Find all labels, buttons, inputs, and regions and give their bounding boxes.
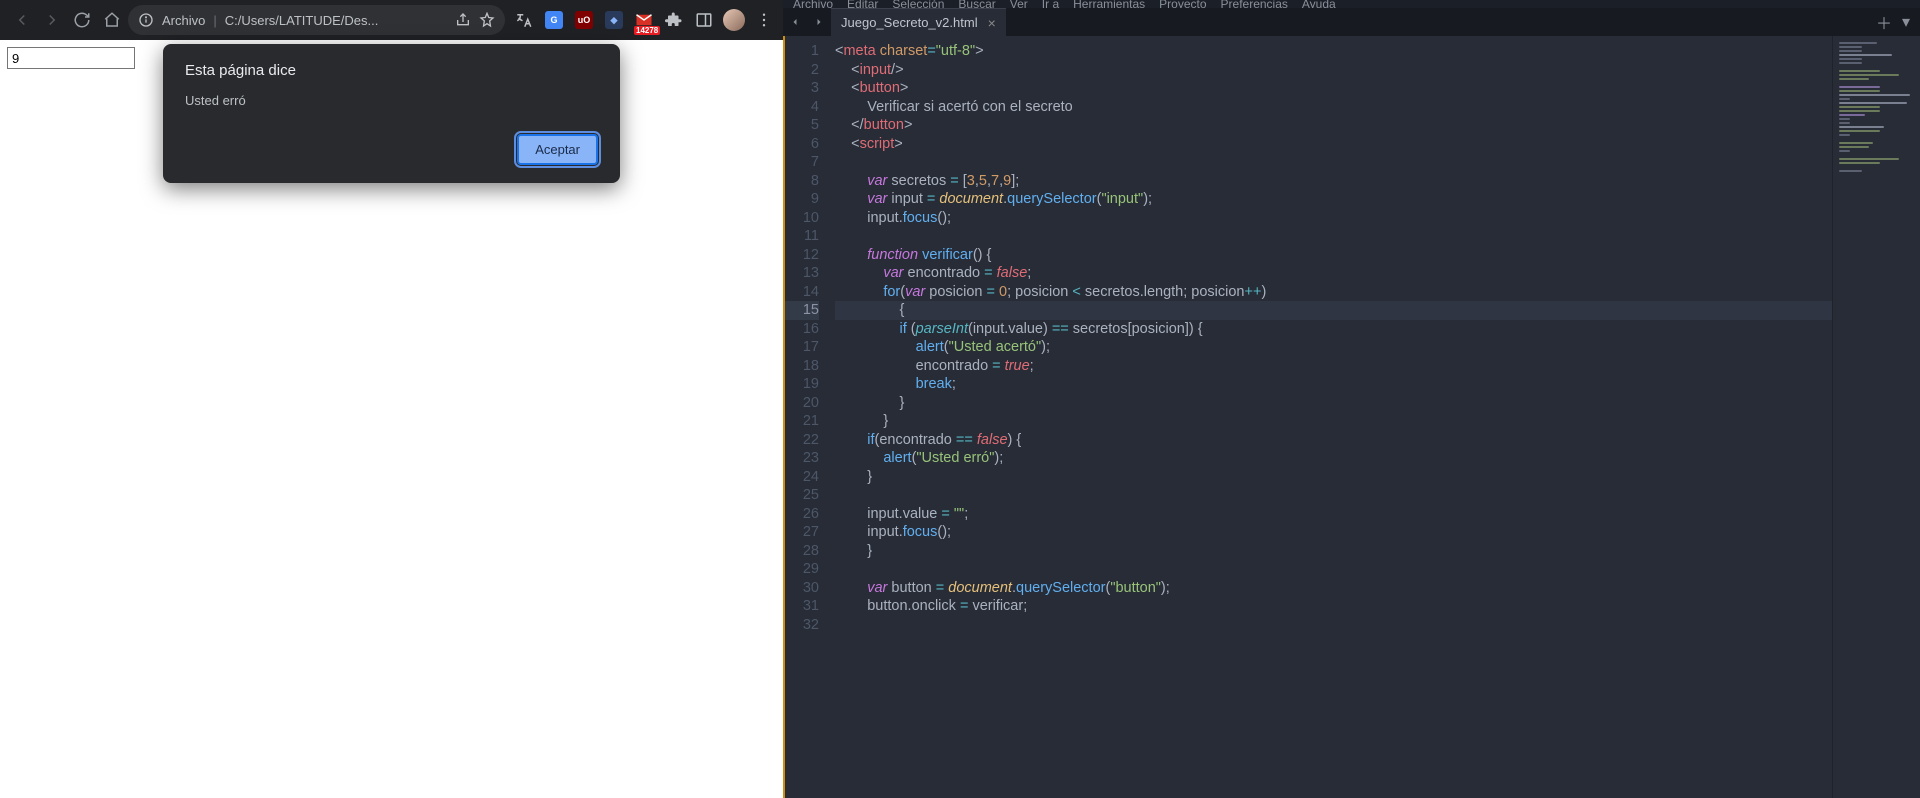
back-button[interactable] <box>8 6 36 34</box>
minimap[interactable] <box>1832 36 1920 798</box>
reload-button[interactable] <box>68 6 96 34</box>
code-area[interactable]: 1234567891011121314151617181920212223242… <box>783 36 1920 798</box>
panel-icon[interactable] <box>693 9 715 31</box>
extensions-icon[interactable] <box>663 9 685 31</box>
editor-menubar[interactable]: Archivo Editar Selección Buscar Ver Ir a Herra… <box>783 0 1920 8</box>
new-tab-icon[interactable]: ＋ <box>1874 10 1894 34</box>
tab-label: Juego_Secreto_v2.html <box>841 15 978 30</box>
menu-item[interactable]: Proyecto <box>1159 0 1206 8</box>
mail-badge: 14278 <box>634 26 660 35</box>
gutter: 1234567891011121314151617181920212223242… <box>783 36 827 798</box>
extensions-tray: G uO ◆ 14278 <box>513 9 775 31</box>
menu-item[interactable]: Herramientas <box>1073 0 1145 8</box>
dialog-title: Esta página dice <box>185 62 598 79</box>
menu-icon[interactable] <box>753 9 775 31</box>
browser-window: Archivo | C:/Users/LATITUDE/Des... G uO … <box>0 0 783 798</box>
tab-close-icon[interactable]: × <box>988 15 996 31</box>
mail-icon[interactable]: 14278 <box>633 9 655 31</box>
number-input[interactable] <box>7 47 135 69</box>
dialog-message: Usted erró <box>185 93 598 108</box>
dialog-ok-button[interactable]: Aceptar <box>517 134 598 165</box>
alert-dialog: Esta página dice Usted erró Aceptar <box>163 44 620 183</box>
menu-item[interactable]: Ayuda <box>1302 0 1336 8</box>
browser-toolbar: Archivo | C:/Users/LATITUDE/Des... G uO … <box>0 0 783 40</box>
google-translate-icon[interactable]: G <box>543 9 565 31</box>
tab-next-icon[interactable] <box>807 8 831 36</box>
editor-tabbar: Juego_Secreto_v2.html × ＋ ▾ <box>783 8 1920 36</box>
menu-item[interactable]: Ver <box>1010 0 1028 8</box>
url-prefix: Archivo <box>162 13 205 28</box>
profile-avatar[interactable] <box>723 9 745 31</box>
tab-prev-icon[interactable] <box>783 8 807 36</box>
menu-item[interactable]: Archivo <box>793 0 833 8</box>
forward-button[interactable] <box>38 6 66 34</box>
share-icon[interactable] <box>455 12 471 28</box>
menu-item[interactable]: Editar <box>847 0 878 8</box>
tab-dropdown-icon[interactable]: ▾ <box>1896 12 1916 32</box>
url-path: C:/Users/LATITUDE/Des... <box>225 13 447 28</box>
page-content: Esta página dice Usted erró Aceptar <box>0 40 783 798</box>
menu-item[interactable]: Preferencias <box>1221 0 1288 8</box>
editor-window: Archivo Editar Selección Buscar Ver Ir a Herra… <box>783 0 1920 798</box>
menu-item[interactable]: Buscar <box>958 0 995 8</box>
editor-tab[interactable]: Juego_Secreto_v2.html × <box>831 8 1006 36</box>
star-icon[interactable] <box>479 12 495 28</box>
translate-ext-icon[interactable] <box>513 9 535 31</box>
code[interactable]: <meta charset="utf-8"> <input/> <button>… <box>827 36 1832 798</box>
info-icon <box>138 12 154 28</box>
address-bar[interactable]: Archivo | C:/Users/LATITUDE/Des... <box>128 5 505 35</box>
menu-item[interactable]: Selección <box>892 0 944 8</box>
menu-item[interactable]: Ir a <box>1042 0 1059 8</box>
ublock-icon[interactable]: uO <box>573 9 595 31</box>
home-button[interactable] <box>98 6 126 34</box>
ext-box-icon[interactable]: ◆ <box>603 9 625 31</box>
